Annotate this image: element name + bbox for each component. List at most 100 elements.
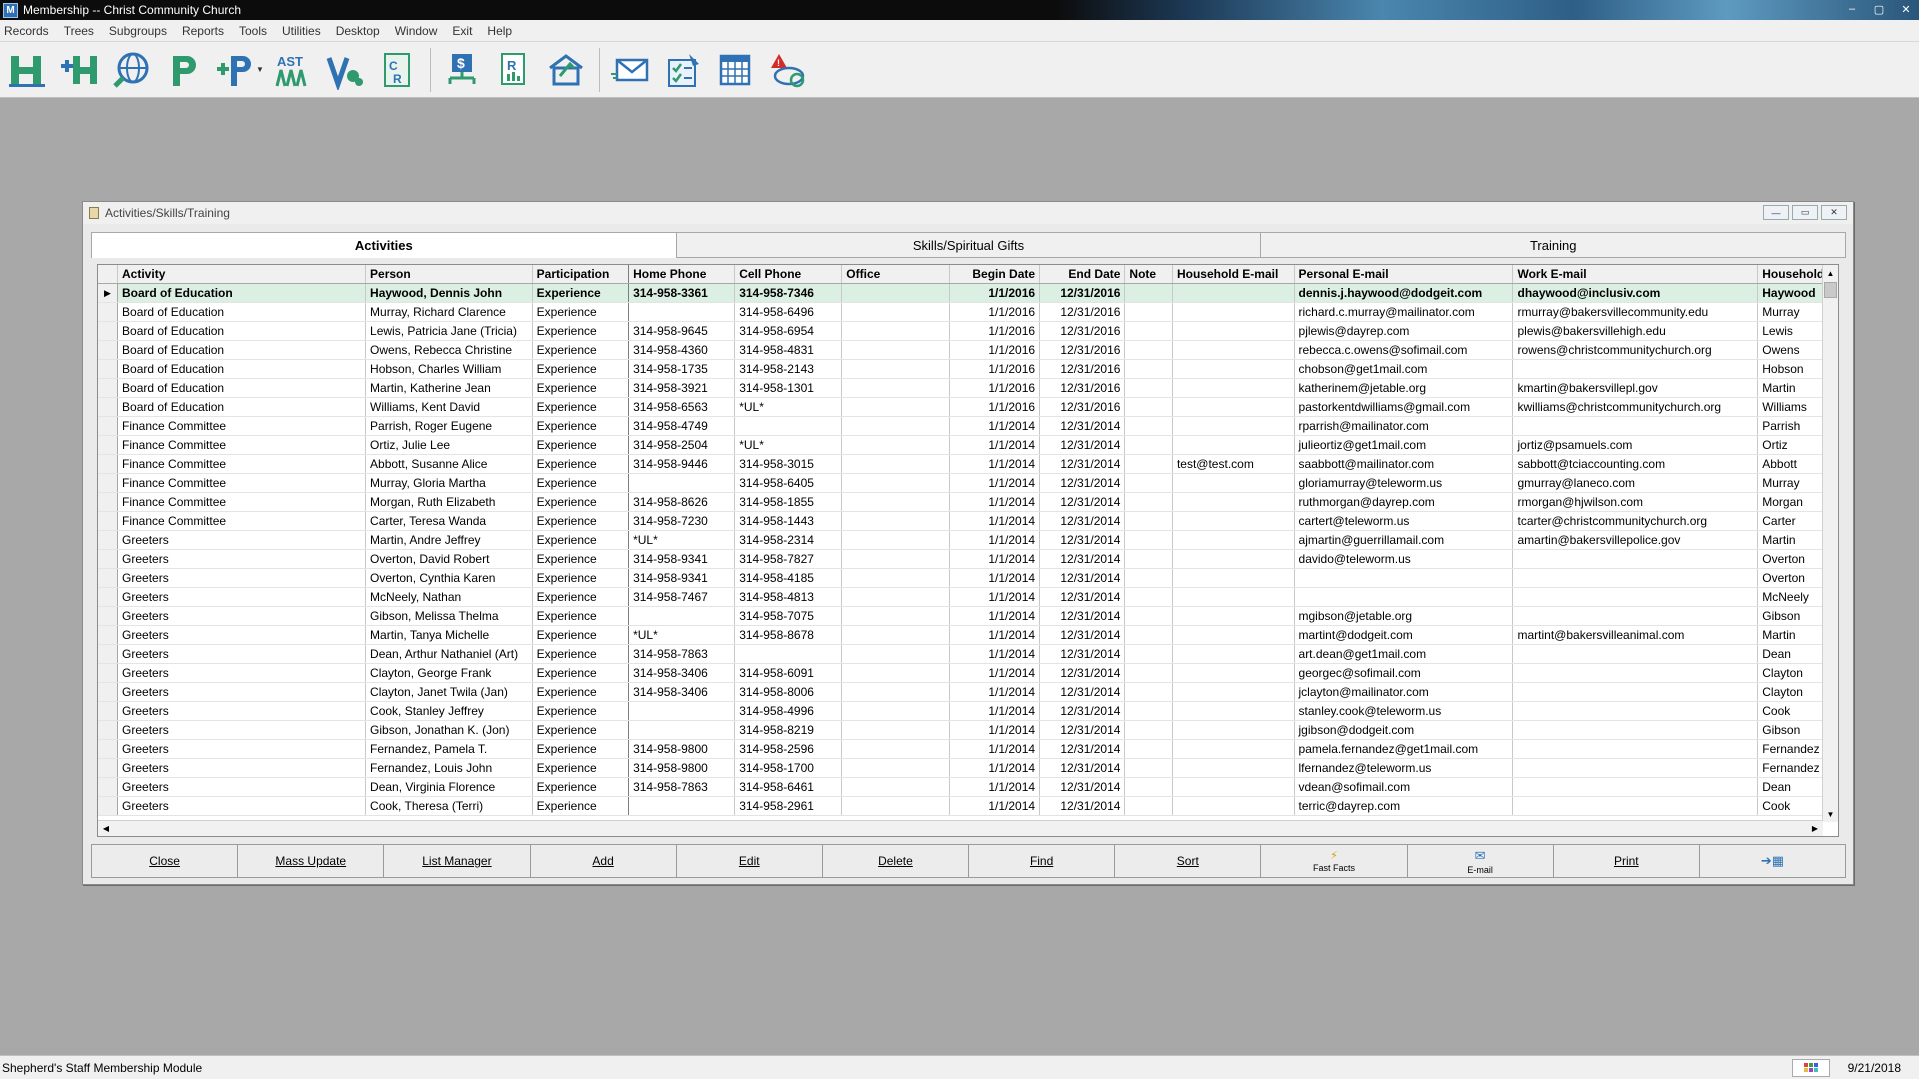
table-cell[interactable]: *UL* — [734, 435, 843, 455]
table-cell[interactable]: jortiz@psamuels.com — [1512, 435, 1759, 455]
table-cell[interactable] — [1124, 644, 1173, 664]
table-cell[interactable]: 314-958-7467 — [628, 587, 736, 607]
table-cell[interactable] — [841, 682, 950, 702]
table-cell[interactable] — [1124, 283, 1173, 303]
row-indicator[interactable] — [98, 302, 119, 322]
table-cell[interactable] — [841, 568, 950, 588]
table-cell[interactable]: terric@dayrep.com — [1294, 796, 1514, 816]
table-cell[interactable]: 12/31/2014 — [1039, 701, 1126, 721]
mass-update-button[interactable]: Mass Update — [238, 844, 385, 878]
tab-activities[interactable]: Activities — [91, 232, 677, 258]
table-row[interactable]: ▶ Board of Education Haywood, Dennis John E… — [98, 283, 1838, 303]
table-cell[interactable]: davido@teleworm.us — [1294, 549, 1514, 569]
table-cell[interactable] — [841, 321, 950, 341]
table-cell[interactable] — [1294, 568, 1514, 588]
table-cell[interactable]: cartert@teleworm.us — [1294, 511, 1514, 531]
table-cell[interactable]: Experience — [532, 302, 630, 322]
table-cell[interactable]: 314-958-3921 — [628, 378, 736, 398]
table-cell[interactable]: Greeters — [117, 777, 367, 797]
table-cell[interactable]: rebecca.c.owens@sofimail.com — [1294, 340, 1514, 360]
table-cell[interactable]: Board of Education — [117, 397, 367, 417]
table-cell[interactable]: *UL* — [628, 530, 736, 550]
table-cell[interactable]: 314-958-6563 — [628, 397, 736, 417]
table-cell[interactable] — [1124, 397, 1173, 417]
table-cell[interactable] — [1512, 359, 1759, 379]
row-indicator[interactable] — [98, 587, 119, 607]
table-cell[interactable] — [1512, 416, 1759, 436]
table-cell[interactable]: 314-958-9341 — [628, 568, 736, 588]
table-cell[interactable]: Greeters — [117, 587, 367, 607]
column-header-cell-phone[interactable]: Cell Phone — [734, 265, 843, 284]
table-cell[interactable]: 12/31/2014 — [1039, 777, 1126, 797]
table-cell[interactable]: 314-958-4749 — [628, 416, 736, 436]
table-cell[interactable]: Overton, Cynthia Karen — [365, 568, 533, 588]
table-cell[interactable]: jclayton@mailinator.com — [1294, 682, 1514, 702]
table-cell[interactable]: 12/31/2014 — [1039, 511, 1126, 531]
row-indicator[interactable] — [98, 644, 119, 664]
table-cell[interactable] — [628, 473, 736, 493]
table-cell[interactable]: Greeters — [117, 796, 367, 816]
table-cell[interactable]: dhaywood@inclusiv.com — [1512, 283, 1759, 303]
table-cell[interactable] — [1124, 321, 1173, 341]
table-cell[interactable] — [1124, 568, 1173, 588]
table-cell[interactable]: 12/31/2014 — [1039, 739, 1126, 759]
row-indicator[interactable] — [98, 473, 119, 493]
table-cell[interactable] — [1124, 796, 1173, 816]
table-cell[interactable] — [1294, 587, 1514, 607]
table-cell[interactable]: Experience — [532, 739, 630, 759]
table-cell[interactable]: 1/1/2014 — [949, 473, 1041, 493]
table-cell[interactable]: Experience — [532, 701, 630, 721]
table-cell[interactable]: Cook, Theresa (Terri) — [365, 796, 533, 816]
table-cell[interactable] — [1124, 549, 1173, 569]
table-cell[interactable]: 314-958-4831 — [734, 340, 843, 360]
table-cell[interactable]: 1/1/2014 — [949, 530, 1041, 550]
table-cell[interactable] — [1124, 758, 1173, 778]
table-cell[interactable] — [1172, 511, 1295, 531]
export-button[interactable]: ➔▦ — [1699, 844, 1847, 878]
keyboard-indicator[interactable] — [1791, 1059, 1830, 1077]
table-cell[interactable]: 314-958-4996 — [734, 701, 843, 721]
scroll-right-arrow-icon[interactable]: ▶ — [1807, 821, 1823, 836]
table-cell[interactable]: 1/1/2014 — [949, 492, 1041, 512]
table-cell[interactable] — [1124, 454, 1173, 474]
table-cell[interactable]: 12/31/2014 — [1039, 435, 1126, 455]
table-cell[interactable]: 314-958-1735 — [628, 359, 736, 379]
table-cell[interactable]: 1/1/2014 — [949, 796, 1041, 816]
table-cell[interactable]: pastorkentdwilliams@gmail.com — [1294, 397, 1514, 417]
table-cell[interactable]: McNeely, Nathan — [365, 587, 533, 607]
table-cell[interactable]: 1/1/2014 — [949, 454, 1041, 474]
table-cell[interactable]: ruthmorgan@dayrep.com — [1294, 492, 1514, 512]
table-cell[interactable]: 314-958-8678 — [734, 625, 843, 645]
table-cell[interactable] — [841, 587, 950, 607]
table-cell[interactable]: rmurray@bakersvillecommunity.edu — [1512, 302, 1759, 322]
table-cell[interactable] — [1172, 359, 1295, 379]
table-cell[interactable]: rmorgan@hjwilson.com — [1512, 492, 1759, 512]
table-cell[interactable]: Experience — [532, 492, 630, 512]
table-cell[interactable]: 1/1/2014 — [949, 511, 1041, 531]
table-cell[interactable]: Experience — [532, 435, 630, 455]
table-row[interactable]: Greeters Martin, Tanya Michelle Experience… — [98, 625, 1838, 645]
calendar-button[interactable] — [712, 47, 758, 93]
table-cell[interactable]: Gibson, Melissa Thelma — [365, 606, 533, 626]
table-cell[interactable] — [1124, 739, 1173, 759]
table-cell[interactable]: Greeters — [117, 739, 367, 759]
table-cell[interactable]: 314-958-6405 — [734, 473, 843, 493]
table-cell[interactable] — [841, 511, 950, 531]
add-button[interactable]: Add — [530, 844, 677, 878]
table-cell[interactable]: *UL* — [734, 397, 843, 417]
table-cell[interactable]: Murray, Richard Clarence — [365, 302, 533, 322]
table-cell[interactable] — [1172, 644, 1295, 664]
table-cell[interactable]: amartin@bakersvillepolice.gov — [1512, 530, 1759, 550]
table-cell[interactable] — [1512, 644, 1759, 664]
table-cell[interactable]: 12/31/2014 — [1039, 530, 1126, 550]
table-cell[interactable] — [734, 416, 843, 436]
row-indicator[interactable] — [98, 720, 119, 740]
table-cell[interactable] — [1172, 663, 1295, 683]
table-cell[interactable]: julieortiz@get1mail.com — [1294, 435, 1514, 455]
table-cell[interactable]: Experience — [532, 359, 630, 379]
row-indicator[interactable] — [98, 739, 119, 759]
delete-button[interactable]: Delete — [822, 844, 970, 878]
table-cell[interactable] — [841, 549, 950, 569]
table-cell[interactable]: Carter, Teresa Wanda — [365, 511, 533, 531]
table-cell[interactable] — [1172, 701, 1295, 721]
